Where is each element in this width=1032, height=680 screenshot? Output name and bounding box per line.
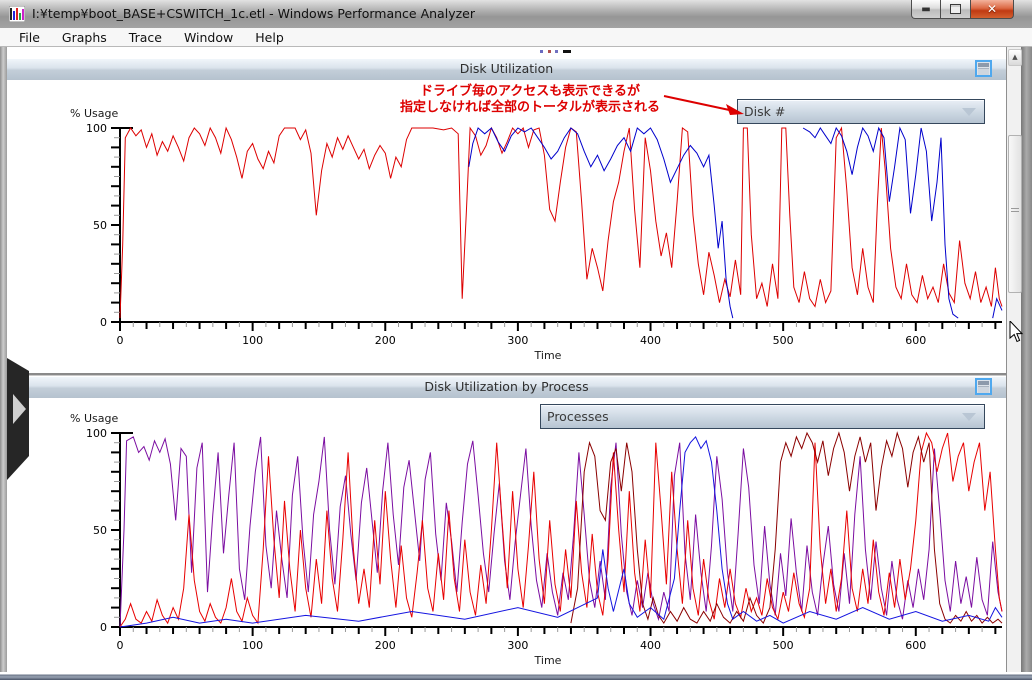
popout-window-button[interactable]	[975, 60, 992, 77]
menu-trace[interactable]: Trace	[118, 30, 173, 45]
menu-bar: File Graphs Trace Window Help	[0, 28, 1032, 47]
svg-text:600: 600	[905, 639, 926, 652]
svg-text:400: 400	[640, 639, 661, 652]
bottom-panel-edge	[0, 672, 1032, 680]
vertical-scrollbar[interactable]: ▲	[1006, 47, 1021, 672]
panel-title: Disk Utilization by Process	[7, 379, 1006, 394]
sliver-mark	[540, 50, 543, 53]
wpa-window: I:¥temp¥boot_BASE+CSWITCH_1c.etl - Windo…	[0, 0, 1032, 680]
svg-text:200: 200	[375, 639, 396, 652]
svg-text:0: 0	[100, 316, 107, 329]
chevron-down-icon	[962, 413, 976, 421]
svg-text:100: 100	[242, 639, 263, 652]
svg-text:300: 300	[507, 639, 528, 652]
window-title: I:¥temp¥boot_BASE+CSWITCH_1c.etl - Windo…	[32, 6, 475, 21]
restore-button[interactable]	[941, 0, 971, 19]
window-controls: ▬ ✕	[911, 0, 1014, 20]
menu-file[interactable]: File	[8, 30, 51, 45]
minimize-icon: ▬	[921, 4, 930, 15]
app-icon	[9, 6, 25, 22]
scrollbar-thumb[interactable]	[1008, 135, 1022, 293]
annotation-line2: 指定しなければ全部のトータルが表示される	[348, 100, 712, 116]
chevron-down-icon	[962, 108, 976, 116]
svg-text:0: 0	[117, 334, 124, 347]
svg-text:600: 600	[905, 334, 926, 347]
svg-text:500: 500	[773, 334, 794, 347]
svg-text:50: 50	[93, 219, 107, 232]
window-border-right	[1021, 47, 1032, 680]
disk-utilization-by-process-chart: 0 50 100 0 100 200 300 400 500 600	[7, 398, 1006, 672]
popout-window-button[interactable]	[975, 378, 992, 395]
disk-number-dropdown[interactable]: Disk #	[737, 99, 985, 124]
svg-text:0: 0	[100, 621, 107, 634]
svg-text:100: 100	[86, 122, 107, 135]
panel-header-disk-utilization: Disk Utilization	[7, 58, 1006, 81]
dropdown-value: Processes	[541, 409, 962, 424]
panel-title: Disk Utilization	[7, 61, 1006, 76]
annotation-line1: ドライブ毎のアクセスも表示できるが	[348, 84, 712, 100]
svg-text:400: 400	[640, 334, 661, 347]
svg-text:200: 200	[375, 334, 396, 347]
sliver-mark	[563, 50, 571, 53]
svg-text:500: 500	[773, 639, 794, 652]
scroll-up-icon: ▲	[1012, 53, 1017, 61]
annotation-arrow-icon	[660, 88, 750, 120]
dropdown-value: Disk #	[738, 104, 962, 119]
svg-text:100: 100	[242, 334, 263, 347]
menu-window[interactable]: Window	[173, 30, 244, 45]
title-bar[interactable]: I:¥temp¥boot_BASE+CSWITCH_1c.etl - Windo…	[0, 0, 1032, 29]
svg-text:300: 300	[507, 334, 528, 347]
close-button[interactable]: ✕	[971, 0, 1014, 19]
panel-header-disk-utilization-by-process: Disk Utilization by Process	[7, 376, 1006, 399]
thumb-grip-icon	[1011, 208, 1019, 214]
restore-icon	[950, 4, 961, 14]
svg-text:50: 50	[93, 524, 107, 537]
menu-help[interactable]: Help	[244, 30, 295, 45]
popout-window-icon	[978, 63, 989, 67]
window-border-left	[0, 47, 7, 680]
sliver-mark	[555, 50, 558, 53]
processes-dropdown[interactable]: Processes	[540, 404, 985, 429]
annotation-note: ドライブ毎のアクセスも表示できるが 指定しなければ全部のトータルが表示される	[348, 84, 712, 116]
minimize-button[interactable]: ▬	[911, 0, 941, 19]
menu-graphs[interactable]: Graphs	[51, 30, 118, 45]
flyout-panel-handle[interactable]	[7, 356, 32, 482]
svg-text:100: 100	[86, 427, 107, 440]
svg-text:0: 0	[117, 639, 124, 652]
close-icon: ✕	[987, 2, 997, 16]
sliver-mark	[548, 50, 551, 53]
scroll-up-button[interactable]: ▲	[1008, 49, 1022, 66]
popout-window-icon	[978, 381, 989, 385]
